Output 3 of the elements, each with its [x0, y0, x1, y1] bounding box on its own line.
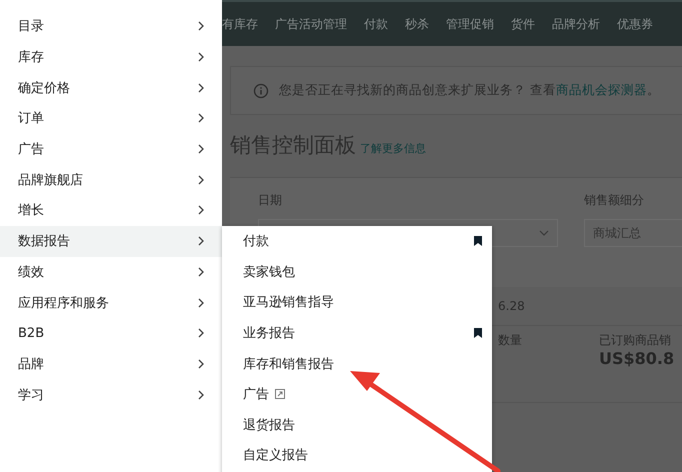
sales-breakdown-label: 销售额细分 [584, 192, 645, 209]
metric-value: US$80.8 [599, 349, 674, 368]
date-label: 日期 [258, 192, 283, 209]
